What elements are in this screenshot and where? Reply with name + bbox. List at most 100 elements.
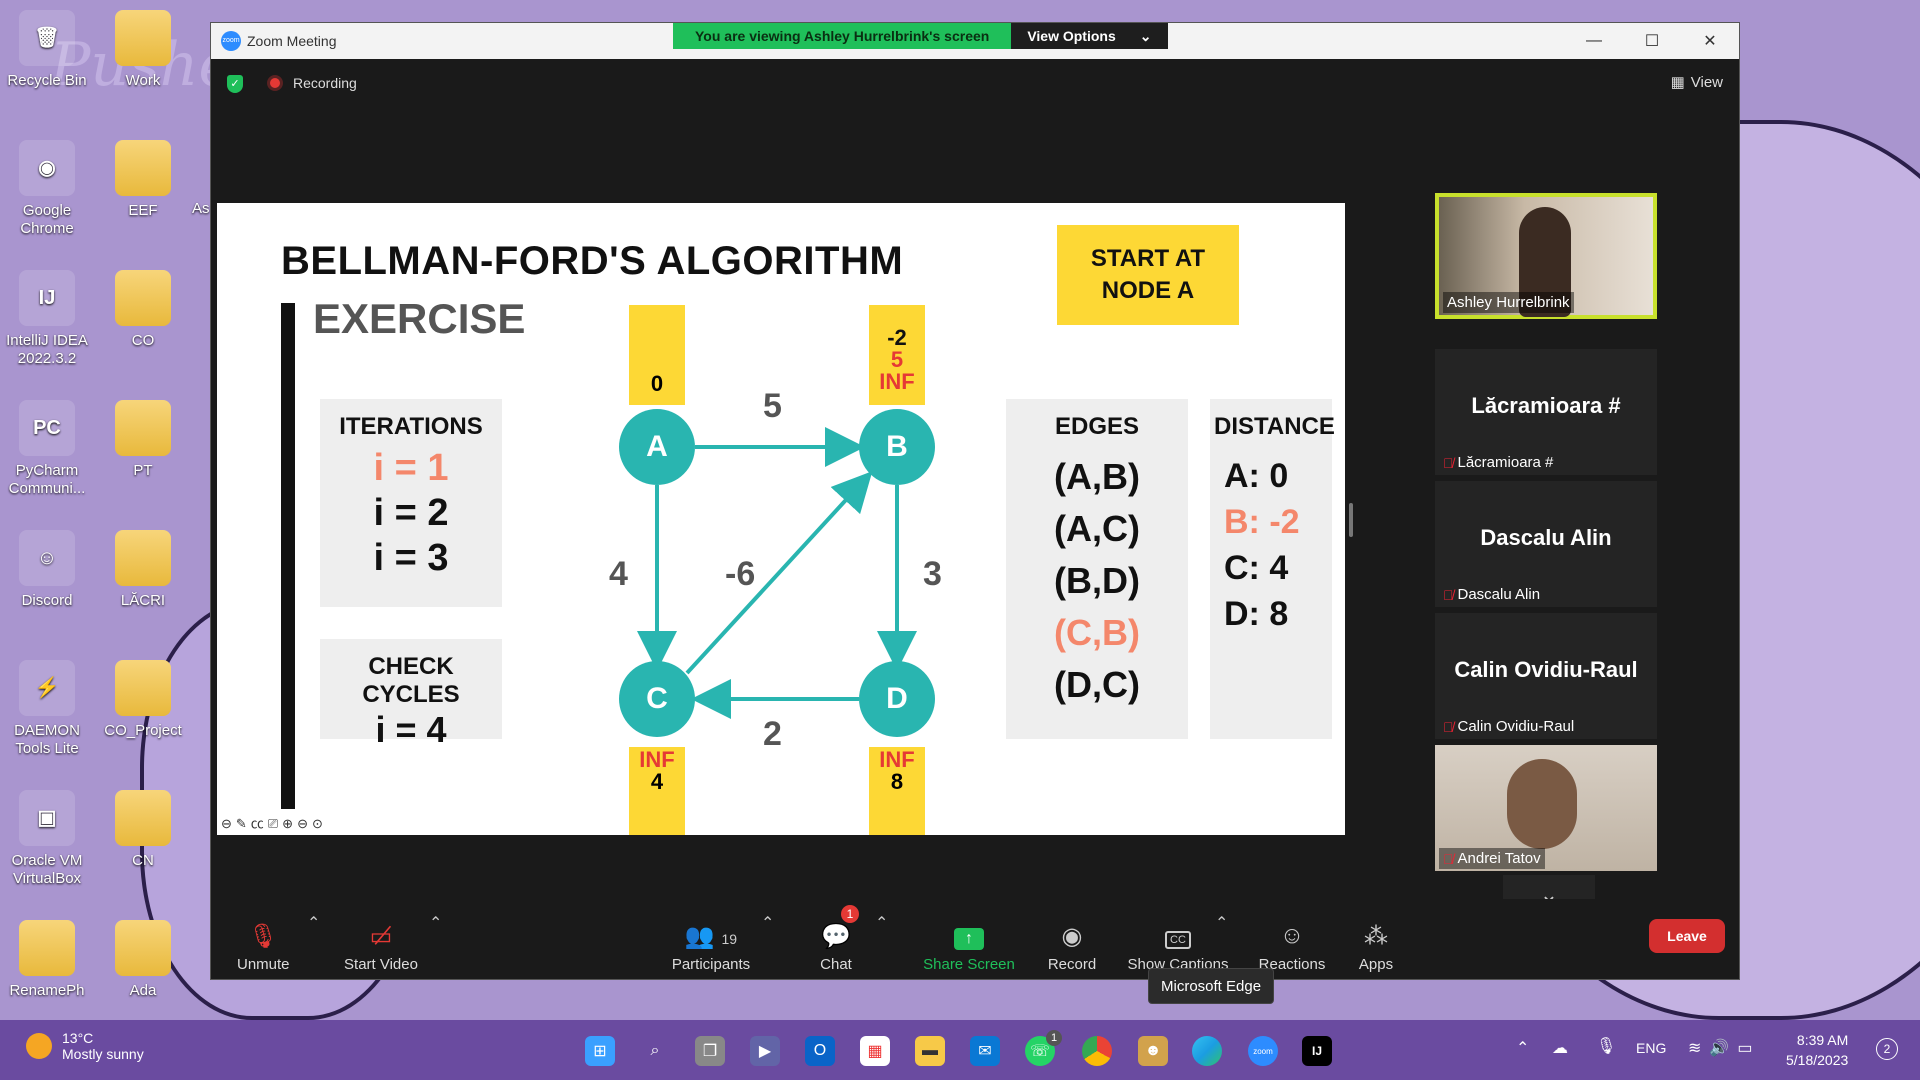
participant-tile-active[interactable]: Ashley Hurrelbrink [1435,193,1657,319]
record-dot-icon [267,75,283,91]
game-app-icon[interactable]: ☻ [1138,1036,1168,1066]
close-button[interactable]: ✕ [1681,23,1739,59]
edge-row-5: (D,C) [1054,664,1140,705]
chat-button[interactable]: 💬 Chat [801,922,871,973]
start-icon[interactable]: ⊞ [585,1036,615,1066]
chrome-icon[interactable] [1082,1036,1112,1066]
participant-tile[interactable]: Lăcramioara # 🎙̸ Lăcramioara # [1435,349,1657,475]
store-icon[interactable]: ▦ [860,1036,890,1066]
start-video-label: Start Video [344,956,418,973]
desktop-icon[interactable]: IJ IntelliJ IDEA 2022.3.2 [0,270,97,368]
panel-splitter[interactable] [1349,503,1353,537]
folder-icon [115,790,171,846]
clock[interactable]: 8:39 AM 5/18/2023 [1786,1030,1848,1070]
notification-badge[interactable]: 2 [1876,1038,1898,1060]
desktop-icon-label: PT [133,462,153,479]
system-tray-chevron[interactable]: ⌃ [1516,1038,1529,1058]
folder-icon [115,10,171,66]
desktop-icon[interactable]: Work [93,10,193,90]
edge-icon[interactable] [1192,1036,1222,1066]
unmute-label: Unmute [237,956,290,973]
reactions-button[interactable]: ☺ Reactions [1247,922,1337,973]
app-icon: IJ [19,270,75,326]
desktop-icon[interactable]: 🗑 Recycle Bin [0,10,97,90]
apps-icon: ⁂ [1364,923,1388,950]
zoom-logo-icon: zoom [221,31,241,51]
onedrive-icon[interactable]: ☁ [1552,1038,1568,1058]
participant-tile[interactable]: Dascalu Alin 🎙̸ Dascalu Alin [1435,481,1657,607]
desktop-icon-label: CN [132,852,154,869]
desktop-icon[interactable]: ▣ Oracle VM VirtualBox [0,790,97,888]
participants-count: 19 [721,931,738,947]
desktop-icon[interactable]: EEF [93,140,193,220]
desktop-icon-label: LĂCRI [120,592,166,609]
outlook-icon[interactable]: O [805,1036,835,1066]
recording-indicator[interactable]: Recording [267,75,357,91]
desktop-icon-label: Google Chrome [20,202,74,237]
desktop-icon-label: RenamePh [9,982,85,999]
apps-button[interactable]: ⁂ Apps [1341,922,1411,973]
chevron-down-icon: ⌄ [1139,27,1152,44]
desktop-icon[interactable]: CO [93,270,193,350]
folder-icon [115,660,171,716]
view-options-button[interactable]: View Options ⌄ [1011,23,1168,49]
desktop-icon[interactable]: CO_Project [93,660,193,740]
desktop-icon[interactable]: PT [93,400,193,480]
view-button[interactable]: ▦ View [1670,73,1723,92]
network-volume-battery[interactable]: ≋🔊▭ [1688,1038,1760,1058]
folder-icon [115,920,171,976]
intellij-icon[interactable]: IJ [1302,1036,1332,1066]
desktop-icon[interactable]: ◉ Google Chrome [0,140,97,238]
edge-row-3: (B,D) [1054,560,1140,601]
desktop-icon[interactable]: ⚡ DAEMON Tools Lite [0,660,97,758]
weather-desc: Mostly sunny [62,1046,144,1062]
desktop-icon-label: DAEMON Tools Lite [14,722,80,757]
video-options-caret[interactable]: ⌃ [429,913,442,933]
maximize-button[interactable]: ☐ [1623,23,1681,59]
desktop-icon-label: Oracle VM VirtualBox [11,852,83,887]
node-b: B [859,409,935,485]
file-explorer-icon[interactable]: ▬ [915,1036,945,1066]
desktop-icon[interactable]: LĂCRI [93,530,193,610]
desktop-icon[interactable]: ☺ Discord [0,530,97,610]
record-button[interactable]: ◉ Record [1037,922,1107,973]
desktop-icon[interactable]: Ada [93,920,193,1000]
participant-tile[interactable]: Calin Ovidiu-Raul 🎙̸ Calin Ovidiu-Raul [1435,613,1657,739]
desktop-icon[interactable]: PC PyCharm Communi... [0,400,97,498]
meeting-toolbar: 🎙 Unmute ⌃ ▭̸ Start Video ⌃ 👥 19 Participan… [211,899,1739,979]
share-screen-button[interactable]: ↑ Share Screen [909,922,1029,973]
unmute-button[interactable]: 🎙 Unmute [237,922,290,973]
edges-box: EDGES (A,B) (A,C) (B,D) (C,B) (D,C) [1006,399,1188,739]
tooltip: Microsoft Edge [1148,968,1275,1004]
distance-title: DISTANCE [1214,413,1335,440]
weight-ac: 4 [609,555,628,593]
desktop-icon[interactable]: RenamePh [0,920,97,1000]
chat-options-caret[interactable]: ⌃ [875,913,888,933]
language-indicator[interactable]: ENG [1636,1040,1666,1056]
mic-muted-icon: 🎙̸ [1443,586,1454,603]
desktop-icon[interactable]: CN [93,790,193,870]
security-shield-icon[interactable]: ✓ [227,75,243,93]
weather-widget[interactable]: 13°C Mostly sunny [26,1030,144,1062]
mic-muted-icon: 🎙̸ [1443,850,1454,867]
participant-tile[interactable]: 🎙̸ Andrei Tatov [1435,745,1657,871]
weather-sun-icon [26,1033,52,1059]
mail-icon[interactable]: ✉ [970,1036,1000,1066]
leave-button[interactable]: Leave [1649,919,1725,953]
chat-label: Chat [820,956,852,973]
participants-options-caret[interactable]: ⌃ [761,913,774,933]
microphone-icon[interactable]: 🎙 [1596,1036,1616,1056]
teams-chat-icon[interactable]: ▶ [750,1036,780,1066]
search-icon[interactable]: ⌕ [640,1036,670,1066]
weight-bd: 3 [923,555,942,593]
task-view-icon[interactable]: ❐ [695,1036,725,1066]
participant-display-name: Lăcramioara # [1471,393,1621,418]
minimize-button[interactable]: — [1565,23,1623,59]
desktop-icon-label: Discord [21,592,73,609]
participants-button[interactable]: 👥 19 Participants [651,922,771,973]
grid-view-icon: ▦ [1670,74,1685,91]
node-c: C [619,661,695,737]
zoom-app-icon[interactable]: zoom [1248,1036,1278,1066]
captions-options-caret[interactable]: ⌃ [1215,913,1228,933]
slide-nav-controls[interactable]: ⊖✎㏄⎚⊕⊖⊙ [221,813,327,832]
